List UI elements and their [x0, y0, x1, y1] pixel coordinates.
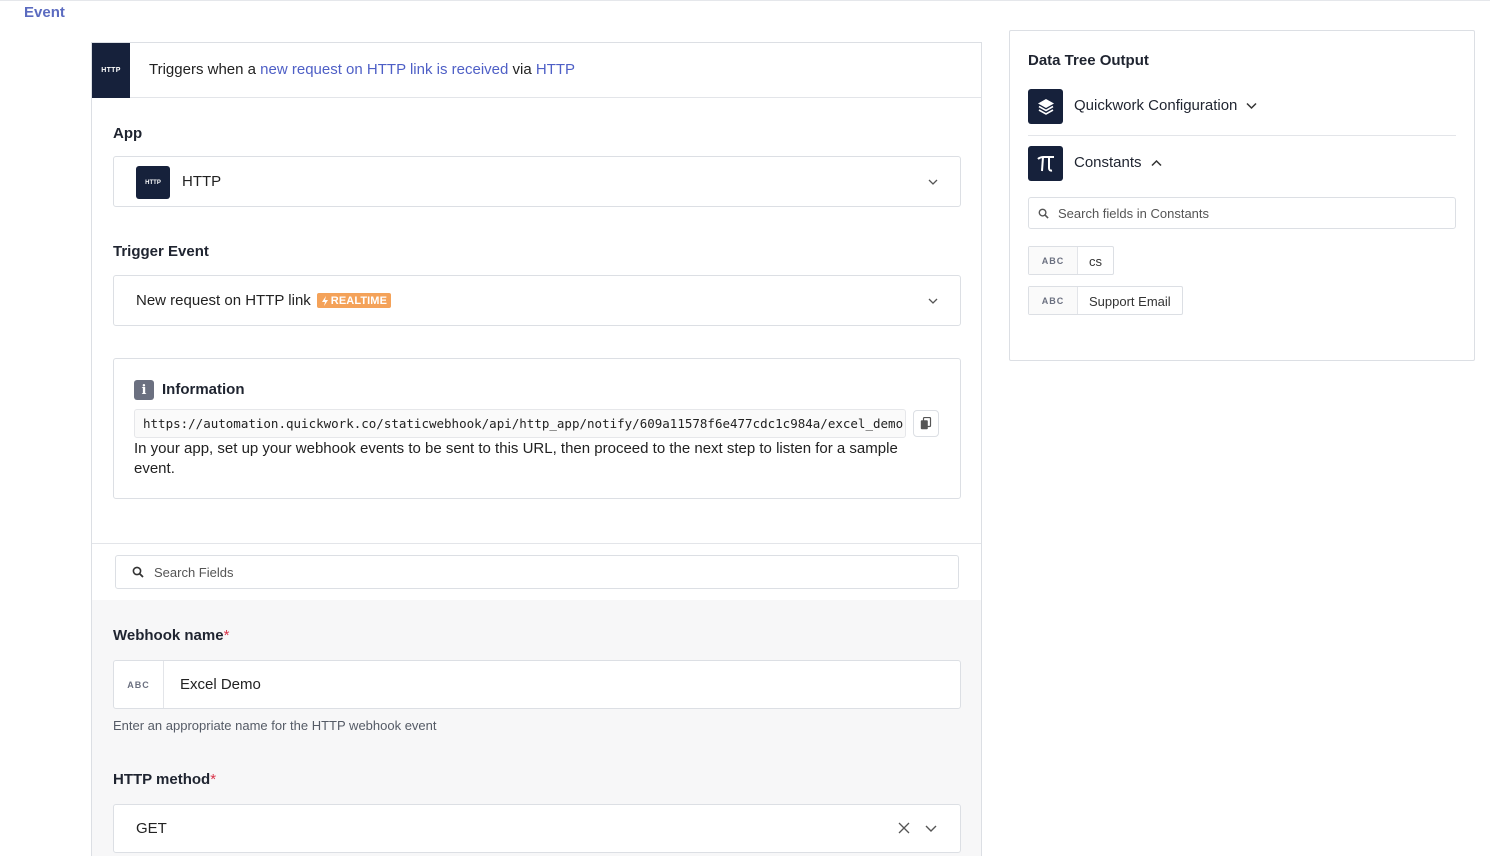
- webhook-url[interactable]: https://automation.quickwork.co/staticwe…: [134, 409, 906, 438]
- section-label: Quickwork Configuration: [1074, 97, 1257, 114]
- constant-name: cs: [1089, 254, 1102, 269]
- type-tag-abc: ABC: [1029, 247, 1078, 274]
- info-icon: i: [134, 380, 154, 400]
- data-tree-section-constants[interactable]: Constants: [1028, 146, 1456, 181]
- chevron-up-icon[interactable]: [1151, 159, 1162, 167]
- webhook-name-hint: Enter an appropriate name for the HTTP w…: [113, 718, 437, 733]
- http-method-select[interactable]: GET: [113, 804, 961, 853]
- http-app-icon: HTTP: [92, 43, 130, 98]
- constant-chip[interactable]: ABC cs: [1028, 246, 1114, 275]
- trigger-header: HTTP Triggers when a new request on HTTP…: [92, 43, 981, 98]
- tab-event[interactable]: Event: [24, 4, 65, 21]
- trigger-event-select[interactable]: New request on HTTP link REALTIME: [113, 275, 961, 326]
- trigger-via: via: [508, 61, 536, 78]
- chevron-down-icon[interactable]: [1246, 102, 1257, 110]
- trigger-event-value: New request on HTTP link: [136, 292, 311, 309]
- app-select[interactable]: HTTP HTTP: [113, 156, 961, 207]
- type-tag-abc: ABC: [114, 661, 164, 708]
- required-mark: *: [210, 771, 217, 788]
- constant-chip[interactable]: ABC Support Email: [1028, 286, 1183, 315]
- constants-search-box[interactable]: [1028, 197, 1456, 229]
- trigger-prefix: Triggers when a: [149, 61, 261, 78]
- section-label: Constants: [1074, 154, 1162, 171]
- required-mark: *: [223, 627, 230, 644]
- chevron-down-icon[interactable]: [925, 824, 937, 834]
- webhook-name-value[interactable]: Excel Demo: [180, 676, 261, 693]
- chevron-down-icon[interactable]: [928, 296, 938, 306]
- search-fields-input[interactable]: [154, 556, 944, 588]
- http-method-label: HTTP method*: [113, 771, 216, 788]
- realtime-badge-text: REALTIME: [330, 294, 387, 307]
- section-label-text: Quickwork Configuration: [1074, 97, 1238, 114]
- trigger-event-label: Trigger Event: [113, 243, 209, 260]
- constants-search-input[interactable]: [1058, 198, 1448, 228]
- trigger-app-link[interactable]: HTTP: [536, 61, 575, 78]
- section-divider: [1028, 135, 1456, 136]
- pi-icon: [1028, 146, 1063, 181]
- realtime-badge: REALTIME: [316, 293, 391, 308]
- data-tree-section-quickwork-configuration[interactable]: Quickwork Configuration: [1028, 89, 1456, 124]
- webhook-name-field[interactable]: ABC Excel Demo: [113, 660, 961, 709]
- app-label: App: [113, 125, 143, 142]
- data-tree-title: Data Tree Output: [1028, 52, 1149, 69]
- information-description: In your app, set up your webhook events …: [134, 440, 898, 477]
- search-fields-box[interactable]: [115, 555, 959, 589]
- search-icon: [1038, 208, 1049, 219]
- copy-url-button[interactable]: [913, 410, 939, 437]
- copy-icon: [920, 417, 932, 430]
- constant-name: Support Email: [1089, 294, 1171, 309]
- type-tag-abc: ABC: [1029, 287, 1078, 314]
- trigger-config-panel: HTTP Triggers when a new request on HTTP…: [91, 42, 982, 856]
- http-app-icon: HTTP: [136, 166, 170, 199]
- webhook-name-label: Webhook name*: [113, 627, 229, 644]
- top-border: [0, 0, 1490, 1]
- http-method-value: GET: [136, 820, 167, 837]
- search-icon: [132, 566, 144, 578]
- data-tree-panel: Data Tree Output Quickwork Configuration…: [1009, 30, 1475, 361]
- layers-icon: [1028, 89, 1063, 124]
- app-select-value: HTTP: [182, 173, 222, 190]
- lightning-icon: [321, 295, 328, 306]
- section-label-text: Constants: [1074, 154, 1142, 171]
- trigger-event-value-wrap: New request on HTTP link REALTIME: [136, 292, 391, 309]
- chevron-down-icon[interactable]: [928, 177, 938, 187]
- information-title: Information: [162, 381, 245, 398]
- trigger-summary: Triggers when a new request on HTTP link…: [149, 61, 575, 78]
- clear-icon[interactable]: [898, 822, 910, 834]
- section-divider: [92, 543, 981, 544]
- information-box: i Information https://automation.quickwo…: [113, 358, 961, 499]
- http-method-label-text: HTTP method: [113, 771, 211, 788]
- trigger-event-link[interactable]: new request on HTTP link is received: [260, 61, 508, 78]
- webhook-name-label-text: Webhook name: [113, 627, 224, 644]
